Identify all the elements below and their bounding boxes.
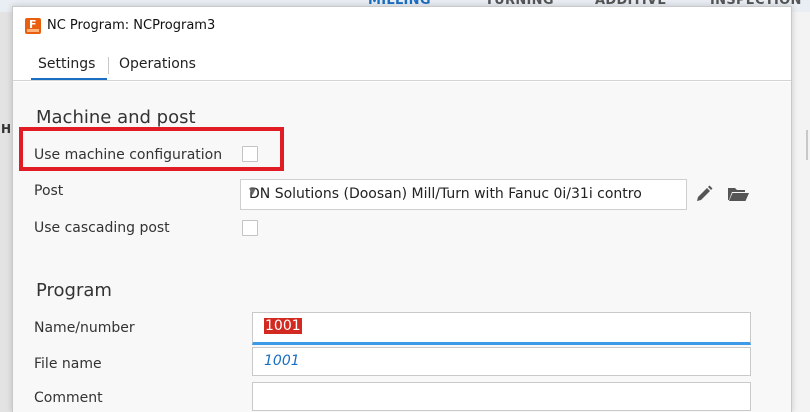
program-heading: Program xyxy=(36,280,112,301)
name-number-input[interactable]: 1001 xyxy=(252,312,751,345)
file-name-input[interactable]: 1001 xyxy=(252,347,751,376)
dialog-titlebar[interactable]: F NC Program: NCProgram3 xyxy=(13,7,791,45)
folder-open-icon[interactable] xyxy=(726,183,749,205)
background-browser-panel xyxy=(0,12,12,412)
fusion-app-icon: F xyxy=(25,18,41,34)
machine-and-post-heading: Machine and post xyxy=(36,107,196,128)
dialog-tabs: Settings Operations xyxy=(13,45,791,81)
post-select[interactable]: DN Solutions (Doosan) Mill/Turn with Fan… xyxy=(240,179,687,210)
background-panel-letter: H xyxy=(1,122,12,136)
nc-program-dialog: F NC Program: NCProgram3 Settings Operat… xyxy=(12,6,792,412)
name-number-value: 1001 xyxy=(264,318,302,334)
post-label: Post xyxy=(34,183,64,199)
name-number-label: Name/number xyxy=(34,320,135,336)
background-canvas-marker xyxy=(806,130,808,160)
background-canvas xyxy=(792,12,810,412)
comment-label: Comment xyxy=(34,390,103,406)
tab-divider xyxy=(108,57,109,74)
active-tab-indicator xyxy=(31,78,107,80)
use-machine-configuration-checkbox[interactable] xyxy=(242,146,258,162)
tab-operations[interactable]: Operations xyxy=(119,56,196,72)
tab-settings[interactable]: Settings xyxy=(38,56,95,72)
use-cascading-post-label: Use cascading post xyxy=(34,220,170,236)
file-name-value: 1001 xyxy=(264,353,300,369)
settings-panel: Machine and post Use machine configurati… xyxy=(13,82,791,412)
file-name-label: File name xyxy=(34,356,102,372)
dialog-title: NC Program: NCProgram3 xyxy=(47,18,216,33)
pencil-icon[interactable] xyxy=(693,183,715,205)
comment-input[interactable] xyxy=(252,382,751,411)
chevron-down-icon: ▼ xyxy=(249,187,256,197)
use-cascading-post-checkbox[interactable] xyxy=(242,220,258,236)
use-machine-configuration-label: Use machine configuration xyxy=(34,147,223,163)
